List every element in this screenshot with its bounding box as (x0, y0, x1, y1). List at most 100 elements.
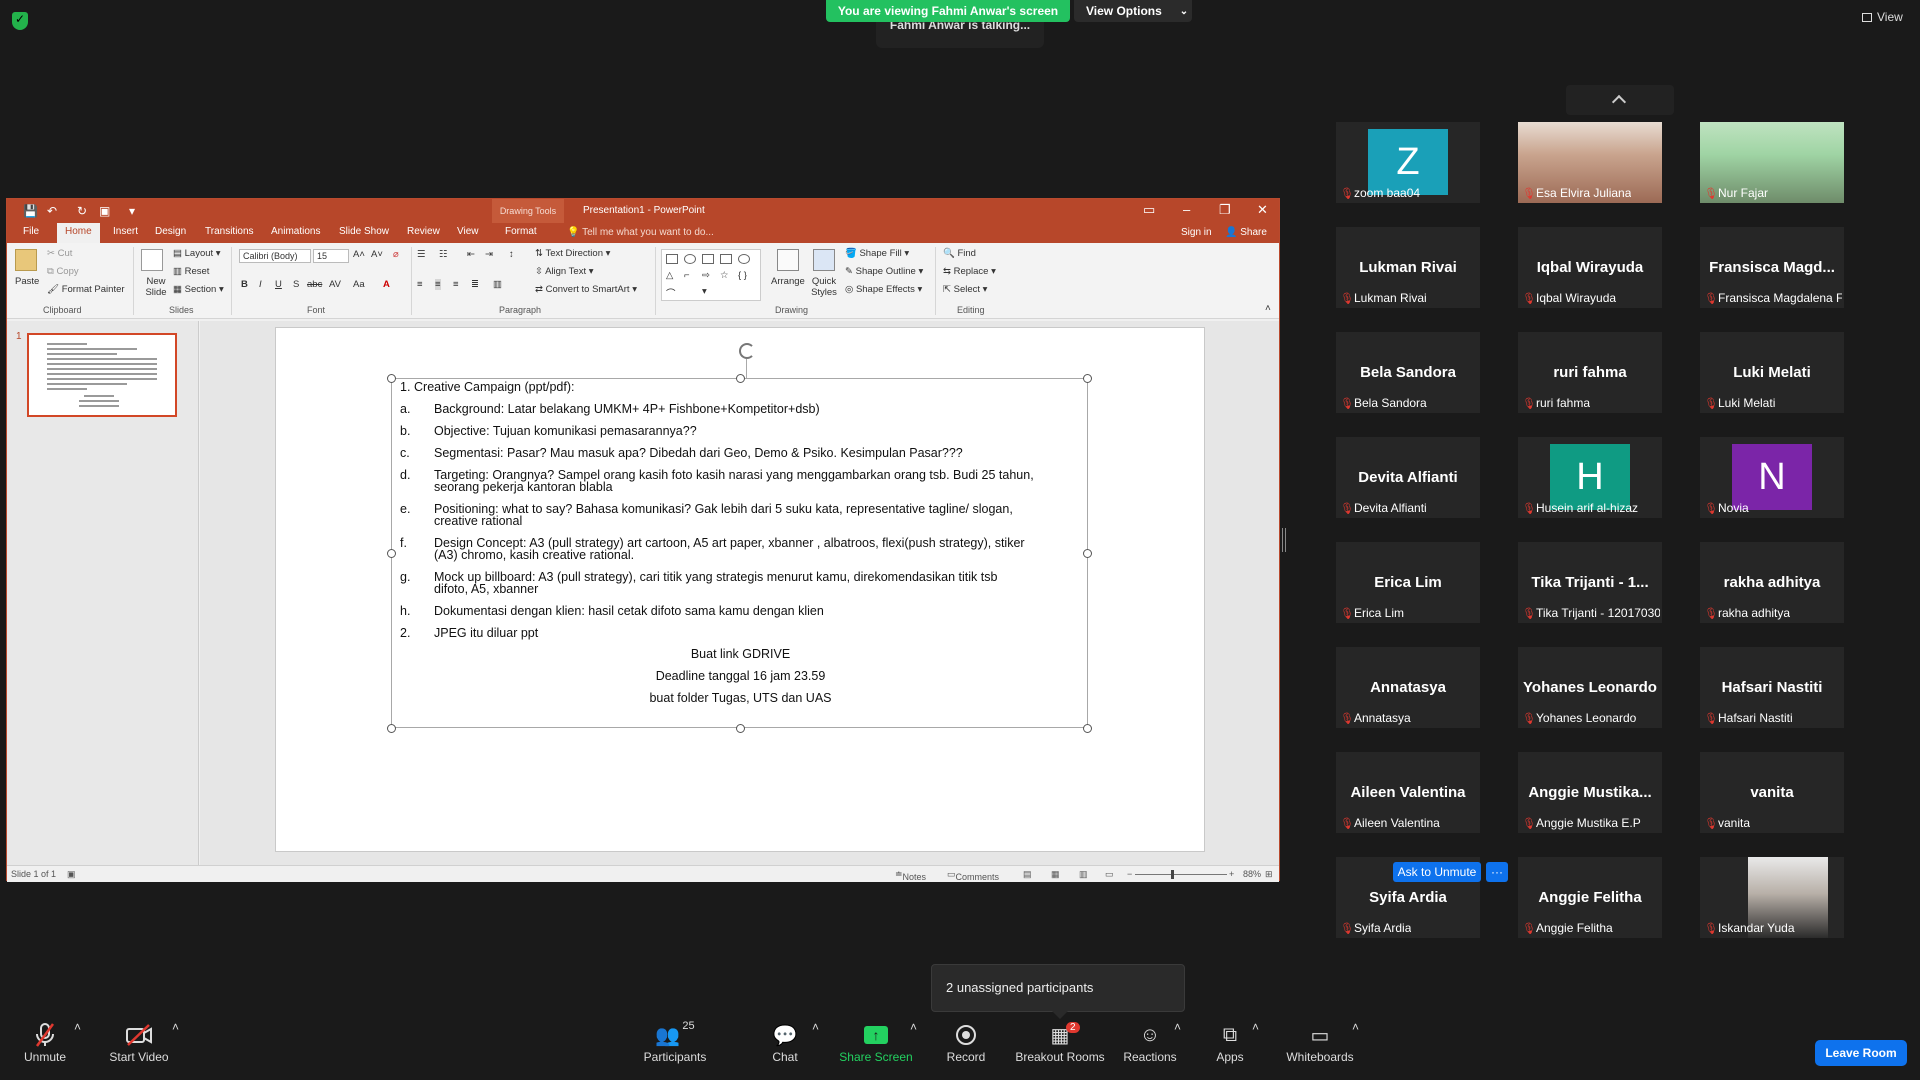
participant-tile[interactable]: Iqbal Wirayuda 🎙Iqbal Wirayuda (1518, 227, 1662, 308)
start-video-button[interactable]: Start Video (104, 1020, 174, 1064)
tab-slide-show[interactable]: Slide Show (339, 226, 389, 237)
reading-view-icon[interactable]: ▥ (1079, 869, 1088, 880)
layout-button[interactable]: ▤ Layout ▾ (173, 248, 221, 259)
strikethrough-icon[interactable]: abc (307, 279, 322, 290)
panel-splitter[interactable] (1282, 528, 1286, 552)
customize-toolbar-icon[interactable]: ▾ (129, 204, 135, 218)
audio-options-caret-icon[interactable]: ˄ (74, 1020, 81, 1034)
close-icon[interactable]: ✕ (1257, 202, 1268, 218)
increase-indent-icon[interactable]: ⇥ (485, 249, 493, 260)
justify-icon[interactable]: ≣ (471, 279, 479, 290)
tab-file[interactable]: File (23, 226, 39, 237)
participant-tile[interactable]: Anggie Felitha 🎙Anggie Felitha (1518, 857, 1662, 938)
resize-handle[interactable] (1083, 549, 1092, 558)
text-direction-button[interactable]: ⇅ Text Direction ▾ (535, 248, 610, 259)
spellcheck-icon[interactable]: ▣ (67, 869, 76, 880)
slide-sorter-icon[interactable]: ▦ (1051, 869, 1060, 880)
circle-shape-icon[interactable] (738, 254, 750, 264)
align-right-icon[interactable]: ≡ (453, 279, 459, 290)
decrease-indent-icon[interactable]: ⇤ (467, 249, 475, 260)
font-color-icon[interactable]: A (383, 279, 390, 290)
participants-button[interactable]: 👥 25 Participants (640, 1020, 710, 1064)
arrow-shape-icon[interactable]: ⇨ (702, 270, 710, 281)
curve-shape-icon[interactable]: ⌒ (666, 286, 676, 300)
zoom-level[interactable]: 88% (1243, 869, 1261, 879)
redo-icon[interactable]: ↻ (77, 204, 87, 218)
tab-animations[interactable]: Animations (271, 226, 320, 237)
tab-view[interactable]: View (457, 226, 479, 237)
participant-tile[interactable]: Devita Alfianti 🎙Devita Alfianti (1336, 437, 1480, 518)
new-slide-icon[interactable] (141, 249, 163, 271)
breakout-rooms-button[interactable]: ▦ 2 Breakout Rooms (1012, 1020, 1108, 1064)
participant-tile[interactable]: ruri fahma 🎙ruri fahma (1518, 332, 1662, 413)
participant-tile[interactable]: Yohanes Leonardo 🎙Yohanes Leonardo (1518, 647, 1662, 728)
apps-button[interactable]: ⧉ Apps (1212, 1020, 1248, 1065)
chat-button[interactable]: 💬 Chat (760, 1020, 810, 1065)
text-shadow-icon[interactable]: S (293, 279, 299, 290)
participant-tile[interactable]: 🎙Iskandar Yuda (1700, 857, 1844, 938)
resize-handle[interactable] (1083, 724, 1092, 733)
shapes-gallery[interactable]: △ ⌐ ⇨ ☆ { } ⌒ ▾ (661, 249, 761, 301)
arrange-icon[interactable] (777, 249, 799, 271)
tab-insert[interactable]: Insert (113, 226, 138, 237)
participant-tile[interactable]: 🎙Nur Fajar (1700, 122, 1844, 203)
chat-options-caret-icon[interactable]: ˄ (812, 1020, 819, 1034)
comments-button[interactable]: ▭ Comments (947, 869, 999, 882)
participant-tile[interactable]: Tika Trijanti - 1... 🎙Tika Trijanti - 120… (1518, 542, 1662, 623)
security-shield-icon[interactable] (12, 12, 28, 30)
record-button[interactable]: Record (940, 1020, 992, 1064)
arrange-label[interactable]: Arrange (771, 276, 805, 287)
slideshow-view-icon[interactable]: ▭ (1105, 869, 1114, 880)
restore-icon[interactable]: ❐ (1219, 202, 1231, 218)
sign-in-link[interactable]: Sign in (1181, 227, 1212, 238)
select-button[interactable]: ⇱ Select ▾ (943, 284, 987, 295)
reset-button[interactable]: ▥ Reset (173, 266, 209, 277)
font-size-select[interactable]: 15 (313, 249, 349, 263)
save-icon[interactable]: 💾 (23, 204, 38, 218)
align-center-icon[interactable]: ≡ (435, 279, 441, 290)
shrink-font-icon[interactable]: A˅ (371, 249, 383, 260)
tab-review[interactable]: Review (407, 226, 440, 237)
format-painter-button[interactable]: 🖌 Format Painter (47, 284, 125, 295)
participant-tile[interactable]: Luki Melati 🎙Luki Melati (1700, 332, 1844, 413)
character-spacing-icon[interactable]: AV (329, 279, 341, 290)
bullets-icon[interactable]: ☰ (417, 249, 426, 260)
more-options-button[interactable]: ··· (1486, 862, 1508, 882)
ribbon-display-icon[interactable]: ▭ (1143, 202, 1155, 218)
apps-options-caret-icon[interactable]: ˄ (1252, 1020, 1259, 1034)
section-button[interactable]: ▦ Section ▾ (173, 284, 224, 295)
underline-icon[interactable]: U (275, 279, 282, 290)
participant-tile[interactable]: vanita 🎙vanita (1700, 752, 1844, 833)
fit-slide-icon[interactable]: ⊞ (1265, 869, 1273, 880)
quick-styles-icon[interactable] (813, 249, 835, 271)
triangle-shape-icon[interactable]: △ (666, 270, 673, 281)
participant-tile[interactable]: Fransisca Magd... 🎙Fransisca Magdalena Fo… (1700, 227, 1844, 308)
participant-tile[interactable]: N 🎙Novia (1700, 437, 1844, 518)
oval-shape-icon[interactable] (684, 254, 696, 264)
slide-canvas[interactable]: 1. Creative Campaign (ppt/pdf): a. Backg… (275, 327, 1205, 852)
zoom-slider-thumb[interactable] (1171, 870, 1174, 879)
participant-tile[interactable]: Annatasya 🎙Annatasya (1336, 647, 1480, 728)
selected-textbox[interactable]: 1. Creative Campaign (ppt/pdf): a. Backg… (387, 374, 1092, 733)
participant-tile[interactable]: rakha adhitya 🎙rakha adhitya (1700, 542, 1844, 623)
italic-icon[interactable]: I (259, 279, 262, 290)
video-options-caret-icon[interactable]: ˄ (172, 1020, 179, 1034)
paste-icon[interactable] (15, 249, 37, 271)
resize-handle[interactable] (387, 374, 396, 383)
zoom-slider[interactable] (1135, 874, 1227, 875)
tab-home[interactable]: Home (57, 223, 100, 243)
notes-button[interactable]: ≐ Notes (895, 869, 926, 882)
whiteboards-button[interactable]: ▭ Whiteboards (1282, 1020, 1358, 1065)
star-shape-icon[interactable]: ☆ (720, 270, 729, 281)
tell-me-search[interactable]: 💡 Tell me what you want to do... (567, 227, 714, 238)
reactions-button[interactable]: ☺ Reactions (1122, 1020, 1178, 1065)
zoom-out-icon[interactable]: − (1127, 869, 1132, 879)
paste-label[interactable]: Paste (15, 276, 39, 287)
line-shape-icon[interactable]: ⌐ (684, 270, 690, 281)
share-options-caret-icon[interactable]: ˄ (910, 1020, 917, 1034)
tab-transitions[interactable]: Transitions (205, 226, 254, 237)
minimize-icon[interactable]: – (1183, 202, 1190, 217)
new-slide-label[interactable]: New Slide (139, 276, 173, 298)
participant-tile[interactable]: Bela Sandora 🎙Bela Sandora (1336, 332, 1480, 413)
slide-thumbnail[interactable] (27, 333, 177, 417)
